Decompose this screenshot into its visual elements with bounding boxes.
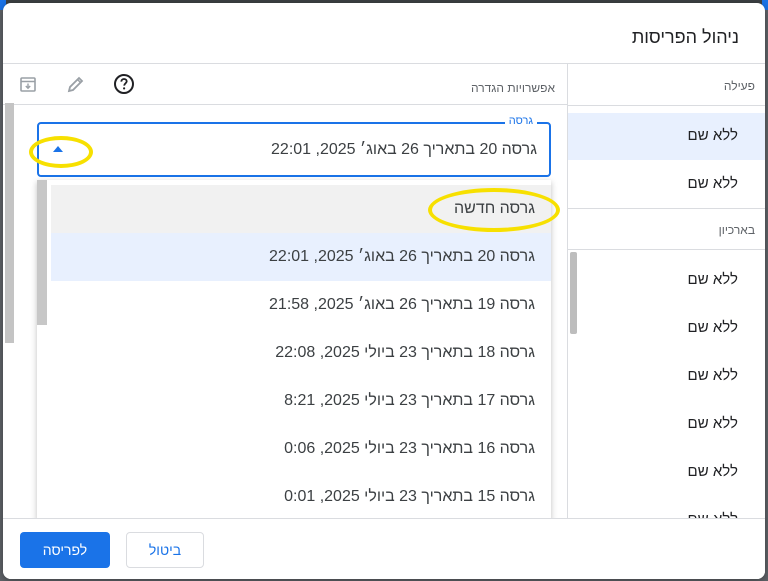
version-select[interactable]: גרסה גרסה 20 בתאריך 26 באוג׳ 2025, 22:01 (37, 115, 551, 177)
highlight-annotation (428, 188, 560, 232)
dropdown-option-label: גרסה 19 בתאריך 26 באוג׳ 2025, 21:58 (269, 296, 535, 313)
cancel-button[interactable]: ביטול (126, 532, 204, 568)
dropdown-option[interactable]: גרסה 15 בתאריך 23 ביולי 2025, 0:01 (51, 473, 551, 520)
divider (3, 63, 765, 64)
scrollbar[interactable] (5, 103, 14, 343)
dialog-title: ניהול הפריסות (631, 27, 739, 47)
layout-item-archived[interactable]: ללא שם (568, 497, 765, 520)
layout-item-label: ללא שם (687, 367, 738, 384)
divider (3, 518, 765, 519)
layout-item-label: ללא שם (687, 463, 738, 480)
manage-layouts-dialog: ניהול הפריסות פעילה ללא שם ללא שם בארכיו… (3, 3, 765, 579)
divider (568, 208, 765, 209)
divider (3, 104, 567, 105)
help-icon[interactable] (113, 73, 135, 95)
active-section-label: פעילה (723, 79, 755, 93)
layout-item-label: ללא שם (687, 415, 738, 432)
layout-item-archived[interactable]: ללא שם (568, 305, 765, 352)
layout-item-archived[interactable]: ללא שם (568, 257, 765, 304)
dropdown-option[interactable]: גרסה 18 בתאריך 23 ביולי 2025, 22:08 (51, 329, 551, 377)
divider (568, 105, 765, 106)
version-select-value: גרסה 20 בתאריך 26 באוג׳ 2025, 22:01 (271, 141, 537, 158)
dropdown-option-label: גרסה 16 בתאריך 23 ביולי 2025, 0:06 (284, 440, 535, 457)
dropdown-option-label: גרסה 20 בתאריך 26 באוג׳ 2025, 22:01 (269, 248, 535, 265)
dropdown-option[interactable]: גרסה 17 בתאריך 23 ביולי 2025, 8:21 (51, 377, 551, 425)
layout-item-archived[interactable]: ללא שם (568, 449, 765, 496)
edit-icon[interactable] (65, 73, 87, 95)
layout-item-label: ללא שם (687, 319, 738, 336)
layout-item-active[interactable]: ללא שם (568, 161, 765, 208)
config-options-label: אפשרויות הגדרה (471, 81, 555, 95)
dropdown-option-label: גרסה 15 בתאריך 23 ביולי 2025, 0:01 (284, 488, 535, 505)
layout-item-active[interactable]: ללא שם (568, 113, 765, 160)
dropdown-option-label: גרסה 17 בתאריך 23 ביולי 2025, 8:21 (284, 392, 535, 409)
dialog-footer: לפריסה ביטול (3, 518, 765, 579)
dropdown-option[interactable]: גרסה 19 בתאריך 26 באוג׳ 2025, 21:58 (51, 281, 551, 329)
apply-layout-button[interactable]: לפריסה (20, 532, 110, 568)
divider (568, 249, 765, 250)
highlight-annotation (29, 136, 93, 168)
archived-section-label: בארכיון (718, 223, 755, 237)
layout-item-archived[interactable]: ללא שם (568, 353, 765, 400)
layout-item-label: ללא שם (687, 271, 738, 288)
layout-item-archived[interactable]: ללא שם (568, 401, 765, 448)
version-select-label: גרסה (504, 115, 537, 127)
scrollbar[interactable] (37, 180, 47, 325)
layouts-list-pane: פעילה ללא שם ללא שם בארכיון ללא שם ללא ש… (568, 65, 765, 520)
layout-item-label: ללא שם (687, 175, 738, 192)
dropdown-option[interactable]: גרסה 20 בתאריך 26 באוג׳ 2025, 22:01 (51, 233, 551, 281)
layout-item-label: ללא שם (687, 127, 738, 144)
dropdown-option[interactable]: גרסה 16 בתאריך 23 ביולי 2025, 0:06 (51, 425, 551, 473)
archive-icon[interactable] (17, 73, 39, 95)
dropdown-option-label: גרסה 18 בתאריך 23 ביולי 2025, 22:08 (275, 344, 535, 361)
